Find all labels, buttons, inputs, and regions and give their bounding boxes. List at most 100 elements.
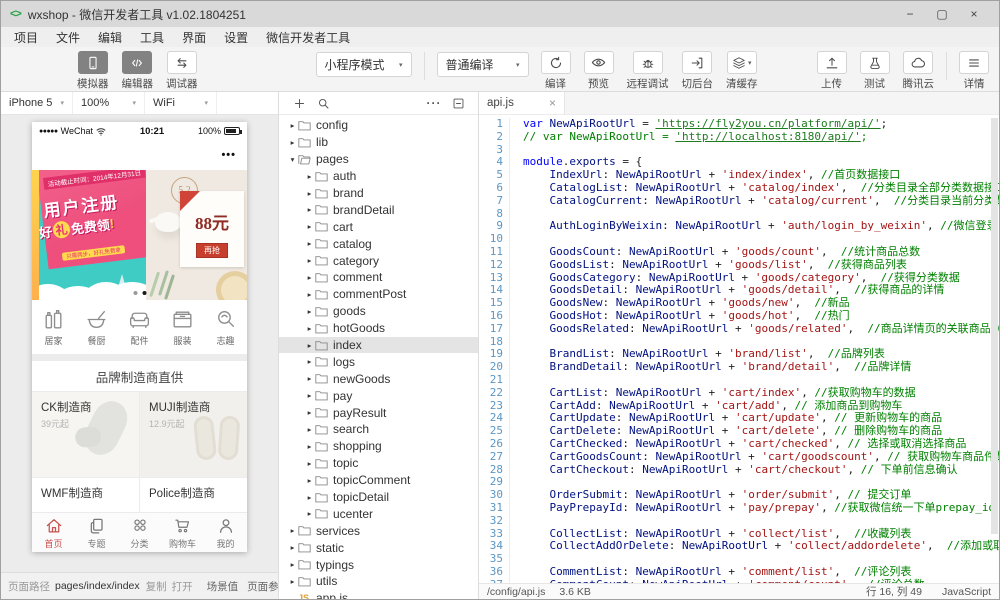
- category-kitchen[interactable]: 餐厨: [75, 307, 118, 347]
- zoom-select[interactable]: 100% ▾: [73, 92, 145, 114]
- tree-item-brandDetail[interactable]: ▸brandDetail: [279, 201, 478, 218]
- promo-banner-sale[interactable]: 5.2 88元 再抢: [146, 170, 247, 300]
- tab-profile[interactable]: 我的: [204, 513, 247, 552]
- remote-debug-button[interactable]: 远程调试: [627, 51, 669, 91]
- tree-item-comment[interactable]: ▸comment: [279, 269, 478, 286]
- brand-card-ck[interactable]: CK制造商39元起: [32, 392, 139, 477]
- category-home[interactable]: 居家: [32, 307, 75, 347]
- tree-item-shopping[interactable]: ▸shopping: [279, 438, 478, 455]
- tree-item-pages[interactable]: ▾pages: [279, 151, 478, 168]
- compile-button[interactable]: 编译: [541, 51, 571, 91]
- tree-arrow-icon[interactable]: ▸: [304, 205, 315, 214]
- tree-arrow-icon[interactable]: ▸: [304, 222, 315, 231]
- close-tab-icon[interactable]: ×: [549, 96, 556, 110]
- tab-topic[interactable]: 专题: [75, 513, 118, 552]
- tree-arrow-icon[interactable]: ▸: [304, 374, 315, 383]
- tree-item-topicComment[interactable]: ▸topicComment: [279, 472, 478, 489]
- tree-arrow-icon[interactable]: ▸: [304, 189, 315, 198]
- tree-arrow-icon[interactable]: ▸: [304, 324, 315, 333]
- tree-item-index[interactable]: ▸index: [279, 337, 478, 354]
- tab-cart[interactable]: 购物车: [161, 513, 204, 552]
- search-icon[interactable]: [311, 97, 335, 110]
- scene-value-button[interactable]: 场景值: [207, 579, 239, 594]
- tree-item-services[interactable]: ▸services: [279, 522, 478, 539]
- scrollbar-thumb[interactable]: [991, 118, 998, 534]
- debugger-toggle-button[interactable]: 调试器: [166, 51, 198, 91]
- device-select[interactable]: iPhone 5 ▾: [1, 92, 73, 114]
- menu-item-2[interactable]: 编辑: [89, 29, 131, 46]
- tab-api-js[interactable]: api.js ×: [479, 92, 565, 114]
- tree-arrow-icon[interactable]: ▾: [287, 155, 298, 164]
- tree-arrow-icon[interactable]: ▸: [304, 493, 315, 502]
- menu-item-5[interactable]: 设置: [215, 29, 257, 46]
- tree-arrow-icon[interactable]: ▸: [304, 459, 315, 468]
- tree-arrow-icon[interactable]: ▸: [287, 577, 298, 586]
- tree-item-goods[interactable]: ▸goods: [279, 303, 478, 320]
- tencent-cloud-button[interactable]: 腾讯云: [903, 51, 935, 91]
- tree-item-ucenter[interactable]: ▸ucenter: [279, 505, 478, 522]
- buy-button[interactable]: 再抢: [196, 243, 228, 258]
- close-icon[interactable]: ×: [958, 1, 990, 27]
- tree-arrow-icon[interactable]: ▸: [287, 121, 298, 130]
- tree-item-app.js[interactable]: JSapp.js: [279, 590, 478, 599]
- miniprogram-menu-icon[interactable]: •••: [221, 149, 236, 161]
- maximize-icon[interactable]: ▢: [926, 1, 958, 27]
- category-accessory[interactable]: 配件: [118, 307, 161, 347]
- tree-item-utils[interactable]: ▸utils: [279, 573, 478, 590]
- more-options-icon[interactable]: ···: [422, 96, 446, 110]
- clear-cache-button[interactable]: ▾清缓存: [726, 51, 758, 91]
- brand-card-wmf[interactable]: WMF制造商: [32, 478, 139, 512]
- tree-arrow-icon[interactable]: ▸: [304, 425, 315, 434]
- tree-arrow-icon[interactable]: ▸: [304, 172, 315, 181]
- tree-item-lib[interactable]: ▸lib: [279, 134, 478, 151]
- tree-item-newGoods[interactable]: ▸newGoods: [279, 370, 478, 387]
- tree-arrow-icon[interactable]: ▸: [304, 391, 315, 400]
- simulator-toggle-button[interactable]: 模拟器: [77, 51, 109, 91]
- tree-item-topicDetail[interactable]: ▸topicDetail: [279, 489, 478, 506]
- tree-arrow-icon[interactable]: ▸: [287, 526, 298, 535]
- upload-button[interactable]: 上传: [817, 51, 847, 91]
- menu-item-6[interactable]: 微信开发者工具: [257, 29, 359, 46]
- minimize-icon[interactable]: −: [894, 1, 926, 27]
- open-path-button[interactable]: 打开: [172, 579, 193, 594]
- tree-item-payResult[interactable]: ▸payResult: [279, 404, 478, 421]
- tree-item-topic[interactable]: ▸topic: [279, 455, 478, 472]
- tree-item-typings[interactable]: ▸typings: [279, 556, 478, 573]
- tree-item-logs[interactable]: ▸logs: [279, 353, 478, 370]
- add-file-icon[interactable]: [287, 97, 311, 110]
- menu-item-3[interactable]: 工具: [131, 29, 173, 46]
- tree-item-catalog[interactable]: ▸catalog: [279, 235, 478, 252]
- menu-item-0[interactable]: 项目: [5, 29, 47, 46]
- tree-item-search[interactable]: ▸search: [279, 421, 478, 438]
- compile-mode-select[interactable]: 普通编译 ▾: [437, 52, 529, 77]
- tree-arrow-icon[interactable]: ▸: [304, 273, 315, 282]
- tree-arrow-icon[interactable]: ▸: [304, 476, 315, 485]
- tree-item-category[interactable]: ▸category: [279, 252, 478, 269]
- tree-arrow-icon[interactable]: ▸: [304, 341, 315, 350]
- tree-arrow-icon[interactable]: ▸: [287, 543, 298, 552]
- tree-item-config[interactable]: ▸config: [279, 117, 478, 134]
- test-button[interactable]: 测试: [860, 51, 890, 91]
- tree-arrow-icon[interactable]: ▸: [304, 509, 315, 518]
- preview-button[interactable]: 预览: [584, 51, 614, 91]
- tree-item-hotGoods[interactable]: ▸hotGoods: [279, 320, 478, 337]
- category-hobby[interactable]: 志趣: [204, 307, 247, 347]
- mode-select[interactable]: 小程序模式 ▾: [316, 52, 412, 77]
- tree-arrow-icon[interactable]: ▸: [304, 442, 315, 451]
- details-button[interactable]: 详情: [959, 51, 989, 91]
- editor-toggle-button[interactable]: 编辑器: [122, 51, 154, 91]
- tree-item-cart[interactable]: ▸cart: [279, 218, 478, 235]
- tree-arrow-icon[interactable]: ▸: [304, 256, 315, 265]
- tree-arrow-icon[interactable]: ▸: [304, 239, 315, 248]
- tree-item-pay[interactable]: ▸pay: [279, 387, 478, 404]
- tree-arrow-icon[interactable]: ▸: [304, 290, 315, 299]
- tree-arrow-icon[interactable]: ▸: [287, 560, 298, 569]
- tree-arrow-icon[interactable]: ▸: [287, 138, 298, 147]
- tab-home[interactable]: 首页: [32, 513, 75, 552]
- promo-banner-register[interactable]: 活动截止时间：2014年12月31日 用户注册 好 礼 免费领 ! 只需两步，好…: [32, 170, 146, 300]
- copy-path-button[interactable]: 复制: [146, 579, 167, 594]
- tree-item-static[interactable]: ▸static: [279, 539, 478, 556]
- tree-arrow-icon[interactable]: ▸: [304, 357, 315, 366]
- tree-item-auth[interactable]: ▸auth: [279, 168, 478, 185]
- tree-arrow-icon[interactable]: ▸: [304, 408, 315, 417]
